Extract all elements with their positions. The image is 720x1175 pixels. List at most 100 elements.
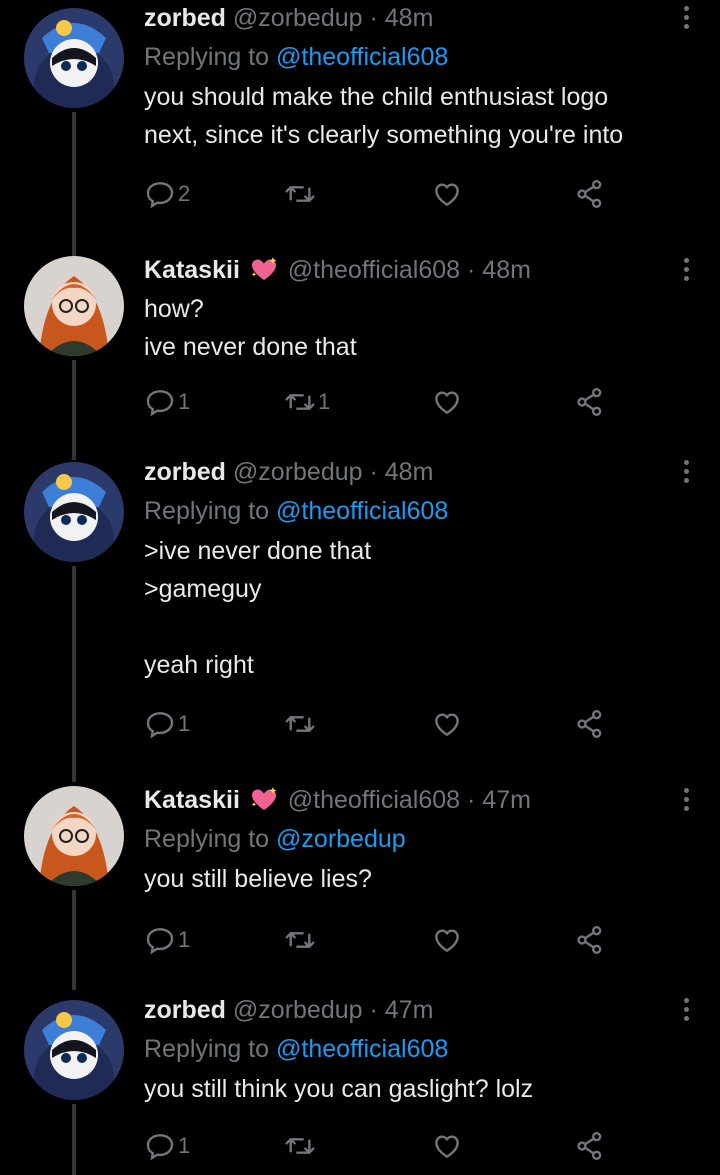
display-name[interactable]: zorbed — [144, 4, 226, 32]
user-handle[interactable]: @zorbedup — [233, 4, 363, 32]
replying-to: Replying to @theofficial608 — [144, 38, 680, 76]
more-options-icon[interactable] — [680, 788, 692, 814]
tweet-body: Kataskii @theofficial608 · 47m Replying … — [144, 782, 680, 898]
avatar[interactable] — [24, 8, 124, 108]
replying-to: Replying to @theofficial608 — [144, 492, 680, 530]
futaba-avatar — [24, 786, 124, 886]
separator-dot: · — [369, 4, 378, 32]
timestamp[interactable]: 48m — [482, 256, 531, 284]
timestamp[interactable]: 47m — [482, 786, 531, 814]
timestamp[interactable]: 47m — [385, 996, 434, 1024]
thread-line — [72, 112, 76, 260]
tweet-body: Kataskii @theofficial608 · 48m how? ive … — [144, 252, 680, 366]
more-options-icon[interactable] — [680, 6, 692, 32]
reply-icon — [146, 928, 174, 955]
like-button[interactable] — [431, 704, 463, 744]
user-handle[interactable]: @theofficial608 — [288, 786, 460, 814]
share-button[interactable] — [574, 382, 606, 422]
retweet-icon — [285, 716, 315, 732]
klonoa-avatar — [24, 1000, 124, 1100]
retweet-button[interactable] — [284, 704, 318, 744]
share-icon — [577, 710, 602, 738]
avatar[interactable] — [24, 786, 124, 886]
user-handle[interactable]: @zorbedup — [233, 996, 363, 1024]
separator-dot: · — [467, 256, 476, 284]
display-name[interactable]: Kataskii — [144, 256, 240, 284]
heart-icon — [435, 183, 459, 206]
retweet-button[interactable] — [284, 174, 318, 214]
like-button[interactable] — [431, 174, 463, 214]
heart-icon — [435, 1135, 459, 1158]
reply-button[interactable]: 1 — [144, 382, 190, 422]
thread-line — [72, 1104, 76, 1175]
tweet-header: Kataskii @theofficial608 · 47m — [144, 782, 680, 818]
reply-button[interactable]: 2 — [144, 174, 190, 214]
heart-icon — [435, 929, 459, 952]
separator-dot: · — [369, 996, 378, 1024]
avatar[interactable] — [24, 256, 124, 356]
heart-icon — [435, 391, 459, 414]
share-button[interactable] — [574, 920, 606, 960]
share-icon — [577, 926, 602, 954]
retweet-icon — [285, 186, 315, 202]
avatar[interactable] — [24, 462, 124, 562]
display-name[interactable]: zorbed — [144, 458, 226, 486]
share-button[interactable] — [574, 704, 606, 744]
user-handle[interactable]: @theofficial608 — [288, 256, 460, 284]
retweet-button[interactable]: 1 — [284, 382, 330, 422]
user-handle[interactable]: @zorbedup — [233, 458, 363, 486]
more-options-icon[interactable] — [680, 460, 692, 486]
reply-mention-link[interactable]: @theofficial608 — [276, 43, 448, 71]
timestamp[interactable]: 48m — [385, 4, 434, 32]
tweet-actions: 2 — [144, 174, 614, 214]
replying-to-label: Replying to — [144, 497, 277, 525]
retweet-count: 1 — [318, 389, 331, 414]
more-options-icon[interactable] — [680, 258, 692, 284]
futaba-avatar — [24, 256, 124, 356]
share-button[interactable] — [574, 174, 606, 214]
tweet-text: >ive never done that >gameguy yeah right — [144, 537, 372, 679]
reply-count: 1 — [178, 927, 191, 952]
tweet-header: zorbed @zorbedup · 48m — [144, 454, 680, 490]
reply-icon — [146, 712, 174, 739]
replying-to-label: Replying to — [144, 1035, 277, 1063]
tweet-actions: 1 — [144, 920, 614, 960]
share-button[interactable] — [574, 1126, 606, 1166]
avatar[interactable] — [24, 1000, 124, 1100]
separator-dot: · — [467, 786, 476, 814]
tweet-body: zorbed @zorbedup · 47m Replying to @theo… — [144, 992, 680, 1108]
tweet-header: zorbed @zorbedup · 47m — [144, 992, 680, 1028]
sparkling-heart-icon — [251, 787, 277, 810]
display-name[interactable]: zorbed — [144, 996, 226, 1024]
retweet-button[interactable] — [284, 1126, 318, 1166]
tweet-actions: 1 1 — [144, 382, 614, 422]
reply-button[interactable]: 1 — [144, 704, 190, 744]
retweet-icon — [285, 1138, 315, 1154]
replying-to: Replying to @zorbedup — [144, 820, 680, 858]
reply-mention-link[interactable]: @theofficial608 — [276, 497, 448, 525]
reply-count: 1 — [178, 389, 191, 414]
tweet-actions: 1 — [144, 1126, 614, 1166]
thread-line — [72, 566, 76, 782]
tweet-text: you still think you can gaslight? lolz — [144, 1075, 534, 1103]
thread-line — [72, 360, 76, 460]
like-button[interactable] — [431, 1126, 463, 1166]
like-button[interactable] — [431, 920, 463, 960]
share-icon — [577, 1132, 602, 1160]
timestamp[interactable]: 48m — [385, 458, 434, 486]
like-button[interactable] — [431, 382, 463, 422]
reply-mention-link[interactable]: @zorbedup — [276, 825, 406, 853]
reply-button[interactable]: 1 — [144, 1126, 190, 1166]
reply-mention-link[interactable]: @theofficial608 — [276, 1035, 448, 1063]
retweet-button[interactable] — [284, 920, 318, 960]
tweet-text: you still believe lies? — [144, 865, 372, 893]
tweet-body: zorbed @zorbedup · 48m Replying to @theo… — [144, 0, 680, 154]
thread-line — [72, 890, 76, 990]
more-options-icon[interactable] — [680, 998, 692, 1024]
reply-button[interactable]: 1 — [144, 920, 190, 960]
tweet-text: how? ive never done that — [144, 295, 357, 361]
reply-icon — [146, 390, 174, 417]
display-name[interactable]: Kataskii — [144, 786, 240, 814]
reply-icon — [146, 182, 174, 209]
separator-dot: · — [369, 458, 378, 486]
